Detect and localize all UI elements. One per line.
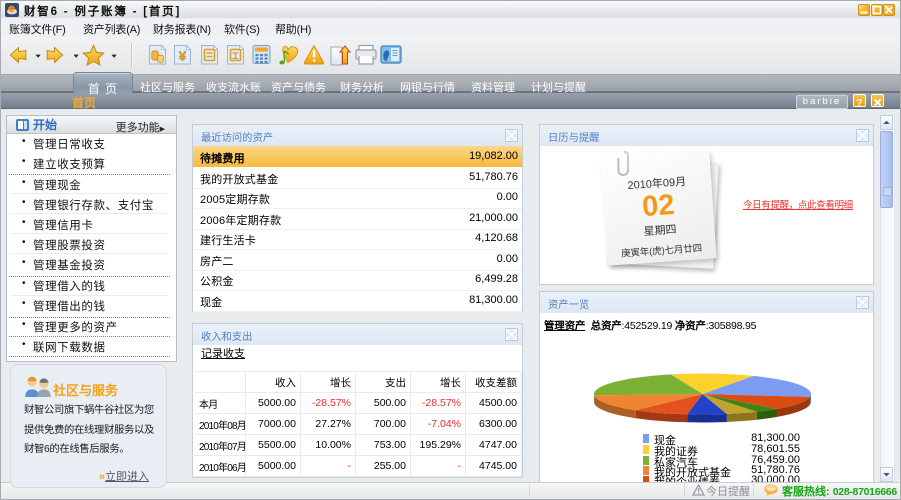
svg-text:?: ? (856, 97, 862, 108)
svg-text:¥: ¥ (179, 49, 187, 64)
